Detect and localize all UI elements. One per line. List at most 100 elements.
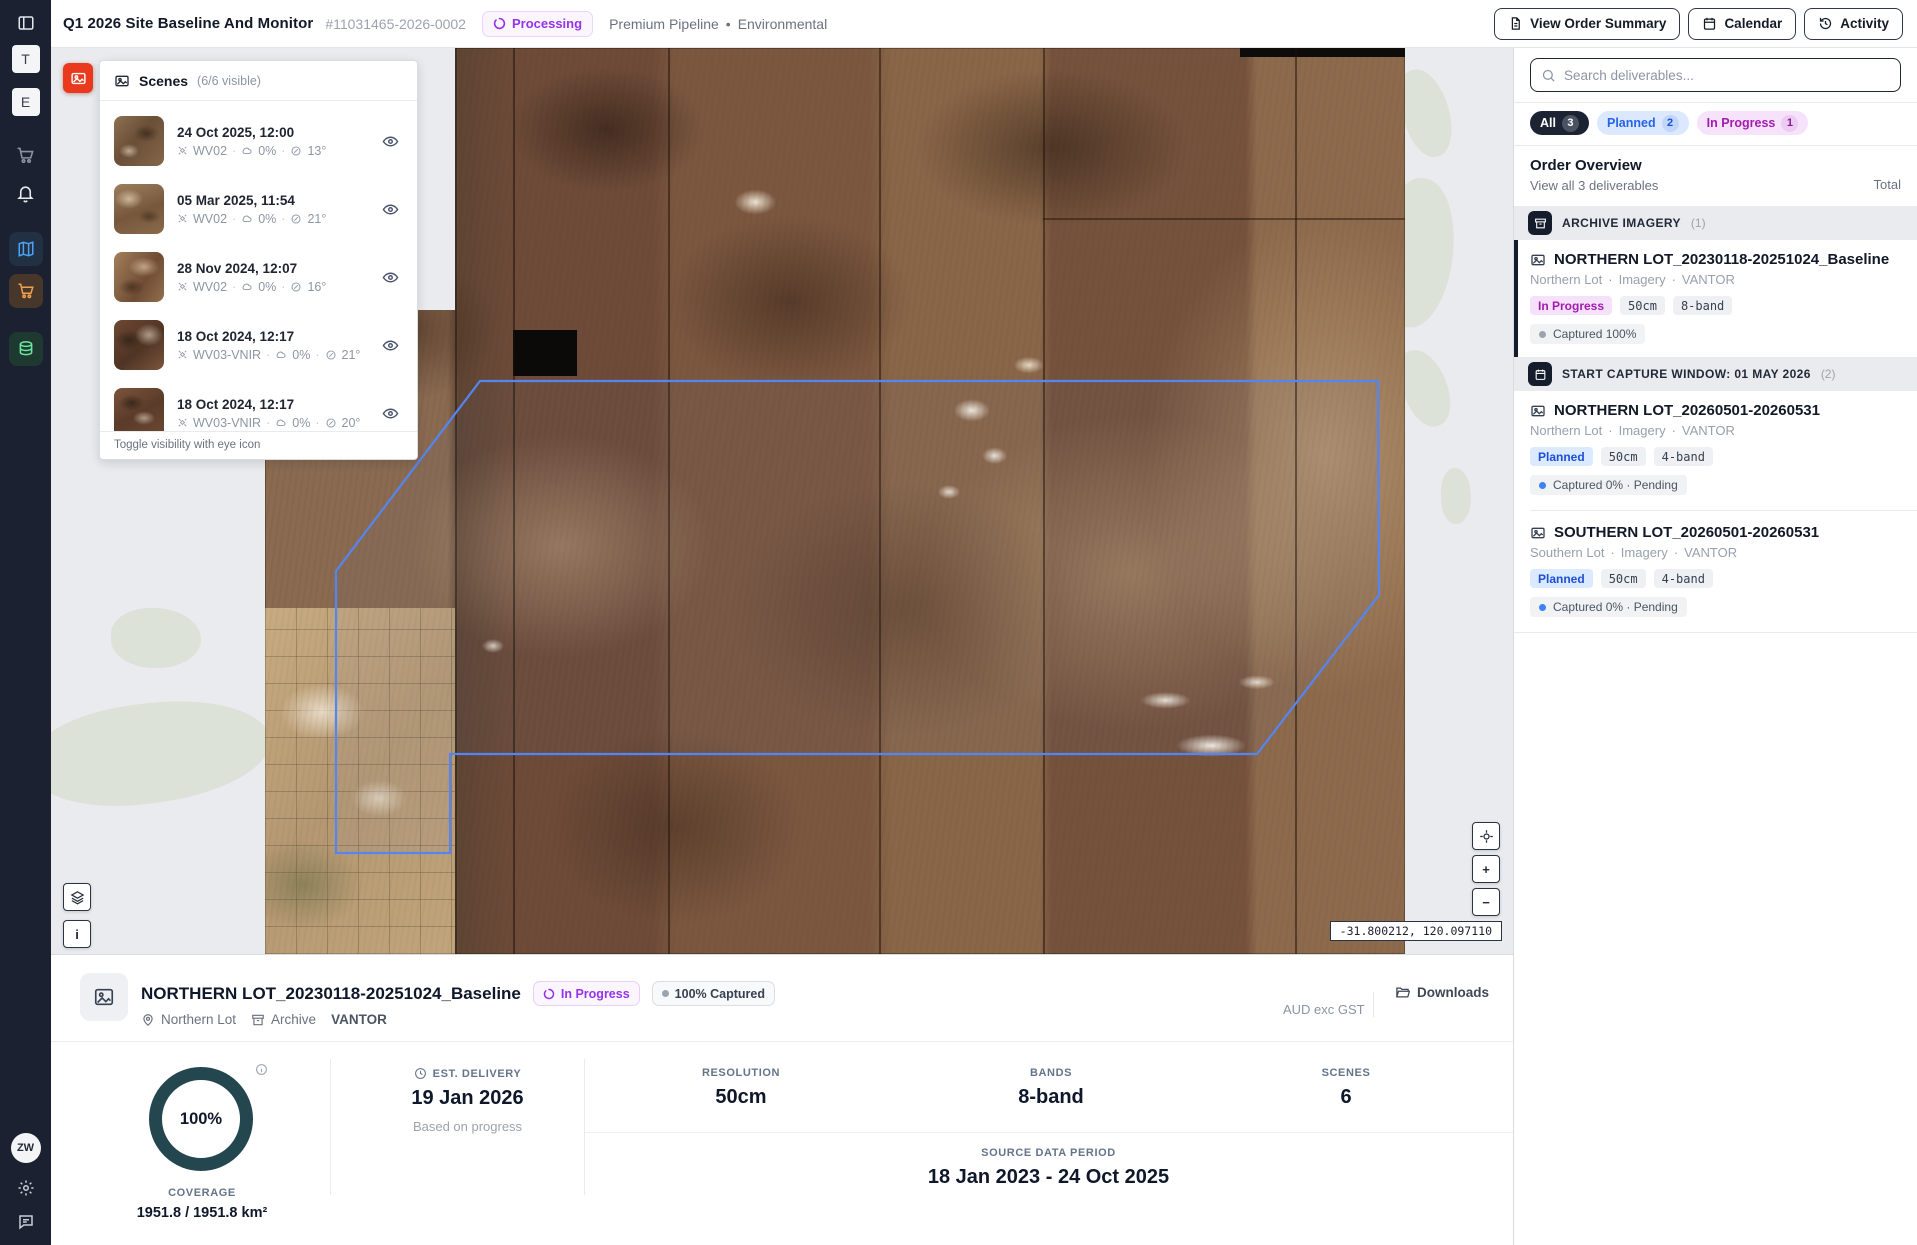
calendar-icon: [1702, 16, 1717, 31]
map-info-button[interactable]: i: [63, 920, 91, 948]
off-nadir-icon: [325, 417, 337, 429]
scene-thumbnail: [114, 252, 164, 302]
order-id: #11031465-2026-0002: [325, 15, 466, 32]
divider: [51, 1041, 1513, 1042]
layers-button[interactable]: [63, 883, 91, 911]
view-order-summary-button[interactable]: View Order Summary: [1494, 7, 1681, 40]
map-nav-icon[interactable]: [8, 232, 43, 266]
app-root: Q1 2026 Site Baseline And Monitor #11031…: [0, 0, 1917, 1245]
scene-list-item[interactable]: 24 Oct 2025, 12:00 WV02 · 0% · 13°: [100, 107, 417, 175]
eye-visibility-toggle[interactable]: [378, 265, 403, 290]
scenes-title: Scenes: [139, 72, 189, 89]
in-progress-badge: In Progress: [532, 981, 640, 1006]
deliverable-card-archive-northern[interactable]: NORTHERN LOT_20230118-20251024_Baseline …: [1514, 240, 1917, 357]
cursor-coordinates: -31.800212, 120.097110: [1329, 921, 1502, 941]
view-all-deliverables-link[interactable]: View all 3 deliverables: [1530, 178, 1901, 193]
capture-status: Captured 0% · Pending: [1530, 475, 1687, 495]
spinner-icon: [543, 988, 555, 1000]
zoom-in-button[interactable]: +: [1472, 855, 1500, 883]
section-archive-imagery[interactable]: ARCHIVE IMAGERY (1): [1514, 206, 1917, 240]
scenes-visible-count: (6/6 visible): [197, 73, 261, 88]
scene-list-item[interactable]: 18 Oct 2024, 12:17 WV03-VNIR · 0% · 21°: [100, 311, 417, 379]
locate-button[interactable]: [1472, 822, 1500, 850]
search-input[interactable]: [1564, 67, 1890, 83]
notifications-bell-icon[interactable]: [9, 176, 43, 210]
cloud-icon: [241, 281, 253, 293]
resolution-badge: 50cm: [1600, 569, 1646, 588]
image-icon: [80, 973, 128, 1021]
resolution-badge: 50cm: [1620, 296, 1665, 315]
provider-meta: VANTOR: [331, 1012, 387, 1027]
folder-icon: [1395, 985, 1410, 1000]
satellite-icon: [177, 213, 188, 224]
off-nadir-icon: [290, 281, 302, 293]
history-icon: [1818, 16, 1833, 31]
scenes-list: 24 Oct 2025, 12:00 WV02 · 0% · 13° 05 Ma…: [100, 101, 417, 431]
captured-badge: 100% Captured: [651, 981, 775, 1006]
archive-box-icon: [251, 1013, 265, 1027]
scene-list-item[interactable]: 28 Nov 2024, 12:07 WV02 · 0% · 16°: [100, 243, 417, 311]
scene-list-item[interactable]: 18 Oct 2024, 12:17 WV03-VNIR · 0% · 20°: [100, 379, 417, 431]
bands-badge: 4-band: [1653, 447, 1713, 466]
top-bar: Q1 2026 Site Baseline And Monitor #11031…: [0, 0, 1917, 48]
source-meta: Archive: [251, 1012, 316, 1027]
map-canvas[interactable]: Scenes (6/6 visible) 24 Oct 2025, 12:00 …: [51, 48, 1513, 954]
data-catalog-nav-icon[interactable]: [8, 332, 43, 366]
eye-visibility-toggle[interactable]: [378, 333, 403, 358]
orders-cart-nav-icon[interactable]: [8, 274, 43, 308]
cart-nav-icon[interactable]: [9, 138, 43, 172]
user-avatar[interactable]: ZW: [10, 1133, 41, 1163]
eye-visibility-toggle[interactable]: [378, 197, 403, 222]
scene-thumbnail: [114, 320, 164, 370]
coverage-value: 1951.8 / 1951.8 km²: [136, 1205, 268, 1221]
layers-icon: [70, 890, 85, 905]
filter-planned[interactable]: Planned 2: [1596, 111, 1689, 135]
eye-visibility-toggle[interactable]: [378, 129, 403, 154]
satellite-icon: [177, 349, 188, 360]
workspace-e-button[interactable]: E: [11, 88, 40, 116]
info-icon[interactable]: [255, 1063, 268, 1076]
scene-list-item[interactable]: 05 Mar 2025, 11:54 WV02 · 0% · 21°: [100, 175, 417, 243]
deliverable-card-southern-2026[interactable]: SOUTHERN LOT_20260501-20260531 Southern …: [1514, 513, 1917, 630]
divider: [1530, 510, 1917, 511]
satellite-icon: [177, 145, 188, 156]
document-icon: [1508, 16, 1523, 31]
capture-status: Captured 0% · Pending: [1530, 597, 1687, 617]
scenes-icon: [114, 73, 130, 89]
satellite-icon: [177, 417, 188, 428]
cloud-icon: [241, 145, 253, 157]
off-nadir-icon: [290, 213, 302, 225]
settings-gear-icon[interactable]: [9, 1171, 43, 1205]
divider: [330, 1059, 331, 1195]
activity-button[interactable]: Activity: [1804, 7, 1903, 40]
sidebar-toggle-icon[interactable]: [17, 14, 35, 32]
resolution-badge: 50cm: [1600, 447, 1646, 466]
off-nadir-icon: [290, 145, 302, 157]
calendar-button[interactable]: Calendar: [1688, 7, 1797, 40]
section-capture-window[interactable]: START CAPTURE WINDOW: 01 MAY 2026 (2): [1514, 357, 1917, 391]
archive-box-icon: [1528, 211, 1552, 235]
eye-visibility-toggle[interactable]: [378, 401, 403, 426]
filter-pills: All 3 Planned 2 In Progress 1: [1514, 103, 1917, 143]
source-period-value: 18 Jan 2023 - 24 Oct 2025: [927, 1166, 1170, 1188]
compare-imagery-button[interactable]: [63, 63, 93, 93]
zoom-out-button[interactable]: −: [1472, 888, 1500, 916]
divider: [584, 1132, 1513, 1133]
bands-badge: 4-band: [1653, 569, 1713, 588]
bands-stat: BANDS 8-band: [931, 1067, 1171, 1109]
workspace-t-button[interactable]: T: [11, 45, 40, 73]
bands-value: 8-band: [1018, 1086, 1084, 1108]
deliverable-name: NORTHERN LOT_20230118-20251024_Baseline: [1554, 251, 1890, 268]
deliverable-card-northern-2026[interactable]: NORTHERN LOT_20260501-20260531 Northern …: [1514, 391, 1917, 508]
capture-dot: [1539, 330, 1546, 338]
filter-all[interactable]: All 3: [1530, 111, 1589, 135]
deliverables-panel: All 3 Planned 2 In Progress 1 Order Over…: [1513, 48, 1917, 1245]
deliverable-name: NORTHERN LOT_20260501-20260531: [1554, 402, 1820, 419]
filter-in-progress[interactable]: In Progress 1: [1696, 111, 1809, 135]
search-icon: [1541, 68, 1556, 83]
overview-title: Order Overview: [1530, 157, 1642, 174]
lot-meta: Northern Lot: [141, 1012, 236, 1027]
calendar-icon: [1528, 362, 1552, 386]
feedback-chat-icon[interactable]: [9, 1205, 43, 1239]
downloads-button[interactable]: Downloads: [1395, 985, 1489, 1000]
